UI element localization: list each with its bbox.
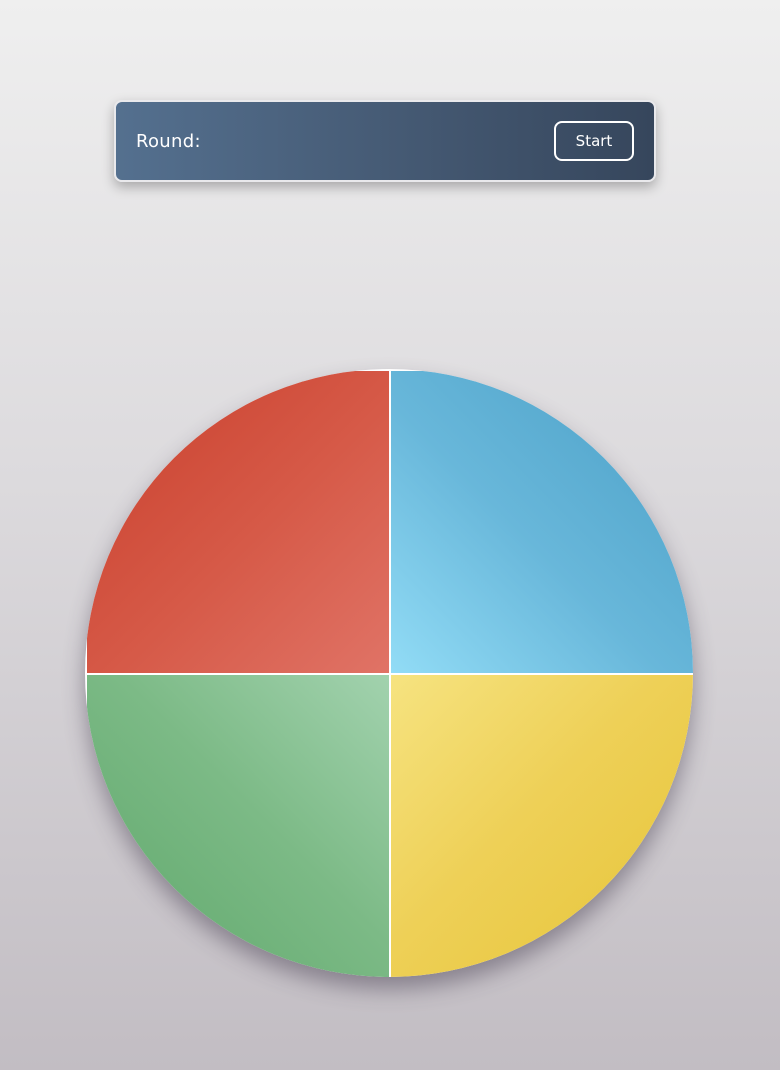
round-label: Round:	[136, 130, 201, 152]
blue-pad[interactable]	[391, 371, 693, 673]
yellow-pad[interactable]	[391, 675, 693, 977]
control-panel: Round: Start	[114, 100, 656, 182]
round-indicator: Round:	[136, 131, 207, 152]
start-button[interactable]: Start	[554, 121, 634, 161]
green-pad[interactable]	[87, 675, 389, 977]
game-board	[85, 369, 693, 977]
red-pad[interactable]	[87, 371, 389, 673]
